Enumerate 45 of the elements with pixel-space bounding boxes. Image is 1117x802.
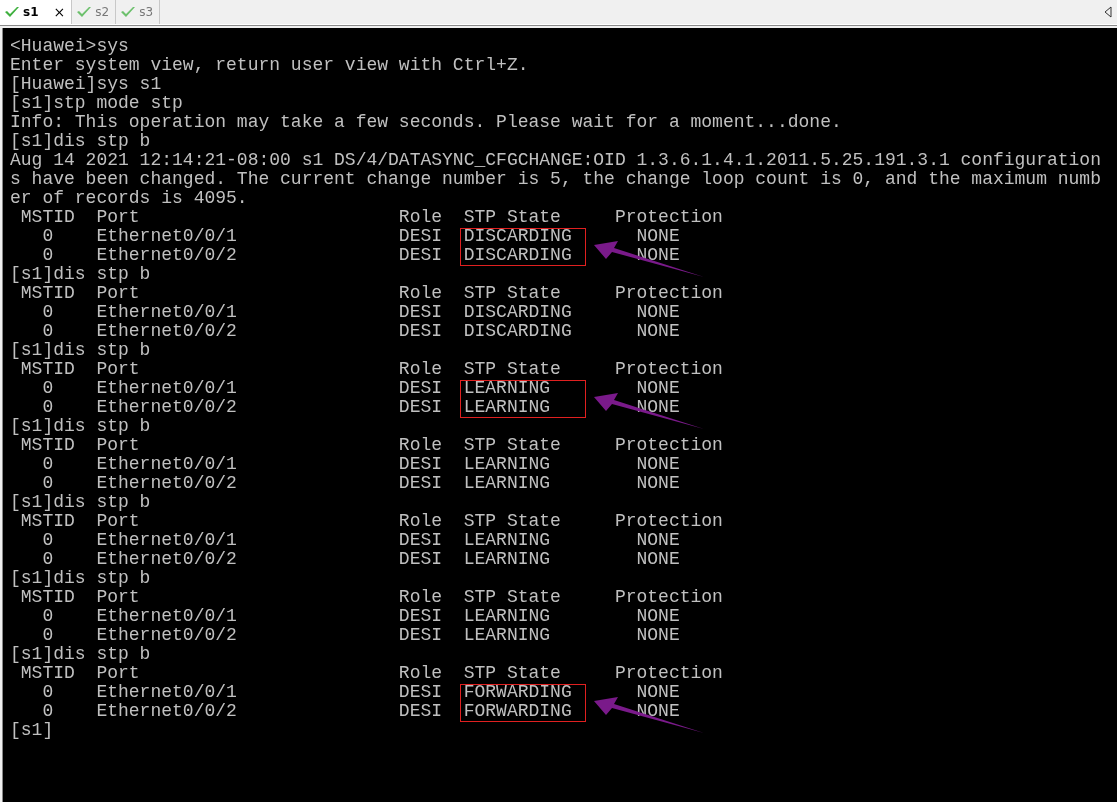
- terminal-line: 0 Ethernet0/0/2 DESI LEARNING NONE: [41, 550, 680, 569]
- check-icon: [76, 6, 93, 18]
- terminal-line: [s1]dis stp b: [10, 569, 151, 588]
- terminal-line: [s1]: [10, 721, 54, 740]
- terminal-line: MSTID Port Role STP State Protection: [19, 664, 723, 683]
- terminal-line: [Huawei]sys s1: [10, 75, 162, 94]
- terminal-line: [s1]dis stp b: [10, 341, 151, 360]
- terminal-line: MSTID Port Role STP State Protection: [19, 284, 723, 303]
- terminal-line: 0 Ethernet0/0/1 DESI LEARNING NONE: [41, 379, 680, 398]
- terminal-line: [s1]dis stp b: [10, 417, 151, 436]
- terminal-line: [s1]stp mode stp: [10, 94, 183, 113]
- terminal-line: MSTID Port Role STP State Protection: [19, 360, 723, 379]
- terminal-line: 0 Ethernet0/0/2 DESI FORWARDING NONE: [41, 702, 680, 721]
- terminal-line: MSTID Port Role STP State Protection: [19, 588, 723, 607]
- terminal-line: MSTID Port Role STP State Protection: [19, 208, 723, 227]
- terminal-line: MSTID Port Role STP State Protection: [19, 512, 723, 531]
- terminal-line: 0 Ethernet0/0/1 DESI DISCARDING NONE: [41, 303, 680, 322]
- close-icon[interactable]: ×: [53, 4, 66, 20]
- terminal-line: 0 Ethernet0/0/2 DESI DISCARDING NONE: [41, 246, 680, 265]
- terminal-line: 0 Ethernet0/0/2 DESI DISCARDING NONE: [41, 322, 680, 341]
- terminal-line: [s1]dis stp b: [10, 265, 151, 284]
- session-tab[interactable]: s1 ×: [0, 0, 73, 24]
- terminal-line: Aug 14 2021 12:14:21-08:00 s1 DS/4/DATASYNC_CFGCHANGE:OID 1.3.6.1.4.1.2011.5.25.191.3.1 configuration: [10, 151, 1101, 170]
- terminal-line: <Huawei>sys: [10, 37, 129, 56]
- check-icon: [120, 6, 137, 18]
- session-tab[interactable]: s3: [116, 0, 160, 24]
- check-icon: [4, 6, 20, 18]
- terminal-line: 0 Ethernet0/0/1 DESI LEARNING NONE: [41, 455, 680, 474]
- terminal-line: s have been changed. The current change number is 5, the change loop count is 0, and the maximum numb: [10, 170, 1101, 189]
- terminal-line: 0 Ethernet0/0/2 DESI LEARNING NONE: [41, 474, 680, 493]
- terminal-line: Enter system view, return user view with Ctrl+Z.: [10, 56, 529, 75]
- terminal-line: [s1]dis stp b: [10, 132, 151, 151]
- scroll-left-icon[interactable]: [1104, 6, 1112, 18]
- terminal-line: 0 Ethernet0/0/1 DESI LEARNING NONE: [41, 531, 680, 550]
- terminal-line: MSTID Port Role STP State Protection: [19, 436, 723, 455]
- terminal-line: [s1]dis stp b: [10, 493, 151, 512]
- terminal-line: er of records is 4095.: [10, 189, 248, 208]
- terminal-line: Info: This operation may take a few seconds. Please wait for a moment...done.: [10, 113, 842, 132]
- terminal-line: 0 Ethernet0/0/1 DESI FORWARDING NONE: [41, 683, 680, 702]
- terminal-line: [s1]dis stp b: [10, 645, 151, 664]
- terminal-line: 0 Ethernet0/0/1 DESI DISCARDING NONE: [41, 227, 680, 246]
- terminal-line: 0 Ethernet0/0/1 DESI LEARNING NONE: [41, 607, 680, 626]
- terminal-line: 0 Ethernet0/0/2 DESI LEARNING NONE: [41, 398, 680, 417]
- terminal-line: 0 Ethernet0/0/2 DESI LEARNING NONE: [41, 626, 680, 645]
- session-tab[interactable]: s2: [72, 0, 117, 24]
